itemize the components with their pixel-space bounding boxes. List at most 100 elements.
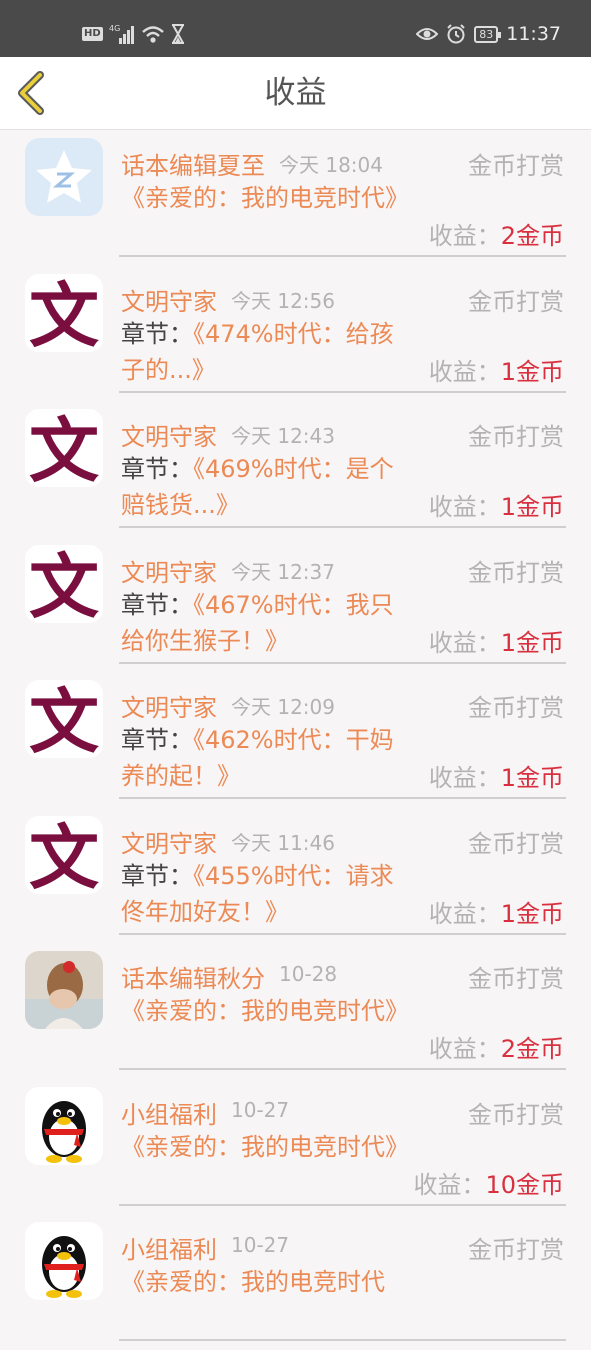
income-label: 收益： [428, 764, 501, 792]
reward-type: 金币打赏 [468, 1236, 564, 1264]
reward-type: 金币打赏 [468, 965, 564, 993]
income: 收益：1金币 [429, 623, 564, 658]
signal-icon: 4G [109, 24, 134, 44]
reward-type: 金币打赏 [468, 558, 564, 587]
income-list-item[interactable]: 文 文明守家 今天 12:43 金币打赏 章节：《469%时代：是个赔钱货...… [0, 401, 591, 537]
income-label: 收益： [428, 493, 501, 521]
reward-type: 金币打赏 [468, 152, 564, 180]
income: 收益：1金币 [429, 758, 564, 793]
wen-character-icon[interactable]: 文 [25, 815, 103, 894]
income-amount: 1金币 [500, 764, 564, 792]
income-list-item[interactable]: 话本编辑夏至 今天 18:04 金币打赏 《亲爱的：我的电竞时代》 收益：2金币 [0, 130, 591, 266]
income-amount: 1金币 [500, 899, 564, 928]
income-list-item[interactable]: 文 文明守家 今天 12:37 金币打赏 章节：《467%时代：我只给你生猴子！… [0, 537, 591, 673]
income: 收益：1金币 [429, 487, 564, 522]
chapter-prefix: 章节： [121, 455, 193, 483]
status-right: 83 11:37 [416, 20, 561, 48]
income: 收益：10金币 [413, 1165, 564, 1200]
divider [119, 1068, 566, 1070]
divider [119, 255, 566, 257]
income-amount: 2金币 [500, 222, 564, 250]
eye-icon [416, 28, 439, 40]
status-time: 11:37 [506, 23, 561, 45]
work-title: 章节：《455%时代：请求佟年加好友！》 [121, 858, 411, 930]
sender-name: 文明守家 [121, 287, 217, 316]
income-label: 收益： [428, 222, 501, 250]
app-header: 收益 [0, 57, 591, 130]
reward-type: 金币打赏 [468, 287, 564, 316]
work-title: 《亲爱的：我的电竞时代》 [121, 180, 411, 216]
income-amount: 1金币 [500, 493, 564, 521]
wen-character-icon[interactable]: 文 [25, 680, 103, 758]
work-title: 《亲爱的：我的电竞时代 [121, 1264, 411, 1300]
income-list: 话本编辑夏至 今天 18:04 金币打赏 《亲爱的：我的电竞时代》 收益：2金币… [0, 130, 591, 1350]
timestamp: 10-28 [279, 962, 338, 986]
income-amount: 1金币 [500, 357, 564, 386]
svg-text:文: 文 [29, 817, 99, 894]
income-label: 收益： [428, 899, 501, 928]
income: 收益：1金币 [429, 352, 564, 387]
chapter-prefix: 章节： [121, 861, 193, 890]
reward-type: 金币打赏 [468, 423, 564, 451]
status-bar: HD 4G 83 11:37 [0, 0, 591, 57]
work-title-text: 《亲爱的：我的电竞时代 [121, 1268, 385, 1296]
work-title: 章节：《474%时代：给孩子的...》 [121, 316, 411, 388]
chapter-prefix: 章节： [121, 590, 193, 619]
income: 收益：2金币 [429, 216, 564, 251]
page-title: 收益 [264, 75, 327, 111]
timestamp: 今天 12:56 [231, 288, 335, 313]
income-amount: 10金币 [485, 1170, 564, 1199]
qq-penguin-icon[interactable] [25, 1222, 103, 1300]
income-list-item[interactable]: 小组福利 10-27 金币打赏 《亲爱的：我的电竞时代 [0, 1214, 591, 1350]
alarm-icon [447, 24, 465, 44]
timestamp: 10-27 [231, 1097, 290, 1122]
svg-text:4G: 4G [109, 24, 120, 33]
timestamp: 今天 12:37 [231, 559, 335, 584]
work-title-text: 《亲爱的：我的电竞时代》 [121, 997, 409, 1025]
status-left: HD 4G [82, 22, 185, 46]
income-list-item[interactable]: 文 文明守家 今天 12:09 金币打赏 章节：《462%时代：干妈养的起！》 … [0, 672, 591, 808]
sender-name: 话本编辑秋分 [121, 965, 265, 993]
sender-name: 文明守家 [121, 829, 217, 858]
income-list-item[interactable]: 小组福利 10-27 金币打赏 《亲爱的：我的电竞时代》 收益：10金币 [0, 1079, 591, 1215]
income-label: 收益： [428, 1035, 501, 1063]
chapter-prefix: 章节： [121, 319, 193, 348]
sender-name: 话本编辑夏至 [121, 152, 265, 180]
qq-penguin-icon[interactable] [25, 1086, 103, 1165]
svg-text:文: 文 [29, 546, 99, 623]
work-title-text: 《亲爱的：我的电竞时代》 [121, 184, 409, 212]
timestamp: 今天 12:09 [231, 695, 335, 719]
income-list-item[interactable]: 文 文明守家 今天 12:56 金币打赏 章节：《474%时代：给孩子的...》… [0, 266, 591, 402]
timestamp: 今天 12:43 [231, 424, 335, 448]
chapter-prefix: 章节： [121, 726, 193, 754]
wen-character-icon[interactable]: 文 [25, 409, 103, 487]
work-title: 《亲爱的：我的电竞时代》 [121, 993, 411, 1029]
reward-type: 金币打赏 [468, 1100, 564, 1129]
wen-character-icon[interactable]: 文 [25, 273, 103, 352]
timestamp: 今天 11:46 [231, 830, 335, 855]
divider [119, 526, 566, 528]
work-title: 章节：《462%时代：干妈养的起！》 [121, 722, 411, 794]
girl-photo-avatar[interactable] [25, 951, 103, 1029]
income: 收益：1金币 [429, 894, 564, 929]
wifi-icon [141, 26, 164, 43]
income: 收益：2金币 [429, 1029, 564, 1064]
svg-text:文: 文 [29, 681, 99, 758]
divider [119, 932, 566, 935]
qq-zone-star-icon[interactable] [25, 138, 103, 216]
divider [119, 1203, 566, 1206]
sender-name: 文明守家 [121, 558, 217, 587]
income-label: 收益： [428, 357, 501, 386]
wen-character-icon[interactable]: 文 [25, 544, 103, 623]
timestamp: 10-27 [231, 1233, 290, 1257]
income-list-item[interactable]: 话本编辑秋分 10-28 金币打赏 《亲爱的：我的电竞时代》 收益：2金币 [0, 943, 591, 1079]
divider [119, 661, 566, 664]
svg-text:文: 文 [29, 410, 99, 487]
divider [119, 390, 566, 393]
work-title-text: 《亲爱的：我的电竞时代》 [121, 1132, 409, 1161]
sender-name: 小组福利 [121, 1236, 217, 1264]
income-label: 收益： [428, 628, 501, 657]
income-list-item[interactable]: 文 文明守家 今天 11:46 金币打赏 章节：《455%时代：请求佟年加好友！… [0, 808, 591, 944]
hd-icon: HD [82, 27, 103, 41]
reward-type: 金币打赏 [468, 829, 564, 858]
